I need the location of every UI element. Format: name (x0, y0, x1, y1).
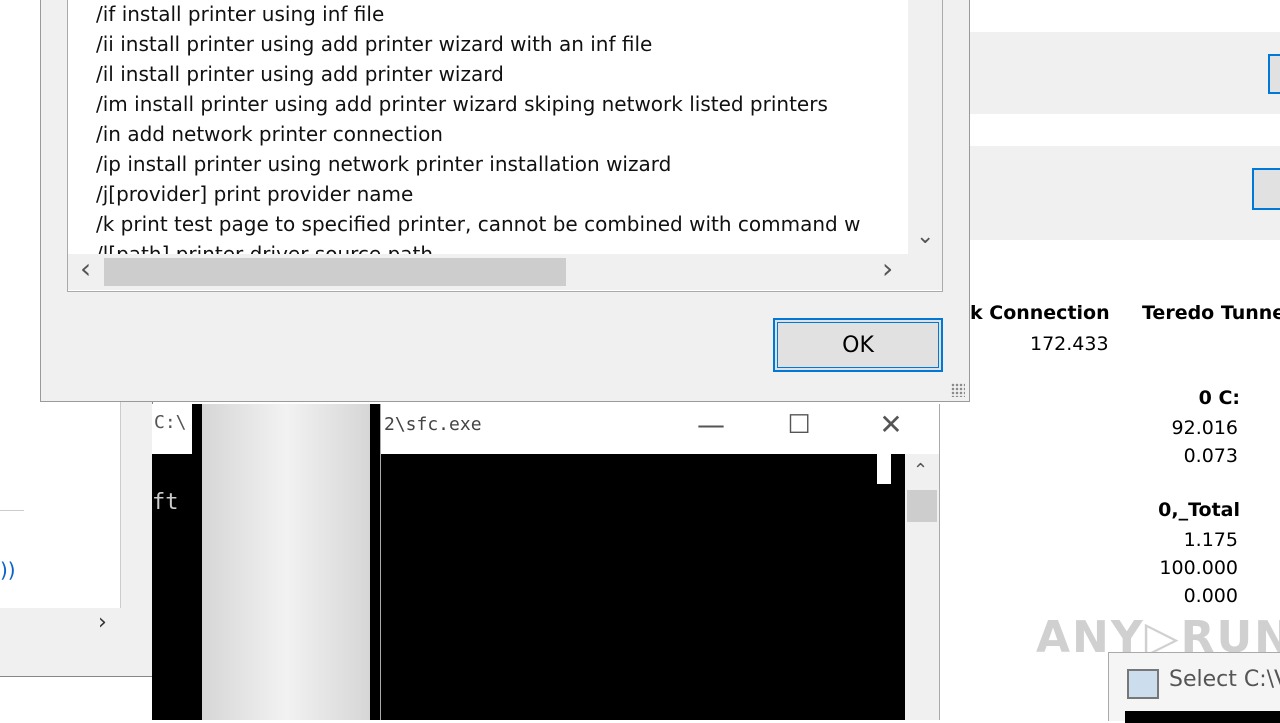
desktop-gap (202, 404, 370, 720)
horizontal-scroll-thumb[interactable] (104, 258, 566, 286)
left-window-content (0, 390, 121, 608)
divider (0, 510, 24, 511)
console-app-icon (1127, 669, 1159, 699)
perf-disk-value: 92.016 (1171, 417, 1238, 439)
perf-button-top[interactable] (1268, 54, 1280, 94)
perf-col-header-teredo: Teredo Tunne (1142, 302, 1280, 324)
console-output[interactable] (381, 454, 905, 720)
help-text-box[interactable]: /if install printer using inf file /ii i… (67, 0, 943, 292)
help-text-viewport: /if install printer using inf file /ii i… (68, 0, 908, 254)
console-vertical-scrollbar[interactable]: ⌃ (905, 454, 939, 720)
perf-total-value: 1.175 (1183, 529, 1238, 551)
chevron-right-icon[interactable]: › (98, 610, 107, 635)
perf-disk-header: 0 C: (1198, 387, 1240, 409)
help-line: /l[path] printer driver source path (96, 242, 434, 254)
help-line: /il install printer using add printer wi… (96, 62, 504, 86)
wifi-icon: )) (0, 558, 16, 582)
scroll-down-icon[interactable]: ⌄ (916, 226, 934, 248)
perf-button-2[interactable] (1252, 168, 1280, 210)
minimize-icon[interactable]: — (681, 406, 741, 446)
help-line: /j[provider] print provider name (96, 182, 414, 206)
printui-help-dialog: /if install printer using inf file /ii i… (40, 0, 970, 402)
help-line: /if install printer using inf file (96, 2, 385, 26)
perf-total-value: 100.000 (1159, 557, 1238, 579)
perf-value-connection: 172.433 (1030, 333, 1109, 355)
console-cursor (877, 454, 891, 484)
scroll-up-icon[interactable]: ⌃ (913, 460, 928, 481)
close-icon[interactable]: ✕ (861, 406, 921, 446)
console-1-titlebar: C:\ (152, 404, 192, 454)
scroll-left-icon[interactable]: ‹ (80, 255, 91, 283)
help-vertical-scrollbar[interactable]: ⌄ (908, 0, 942, 254)
select-window-title: Select C:\V (1169, 667, 1280, 692)
perf-toolbar-band (940, 32, 1280, 114)
help-horizontal-scrollbar[interactable]: ‹ › (68, 254, 942, 290)
help-line: /ii install printer using add printer wi… (96, 32, 653, 56)
help-line: /im install printer using add printer wi… (96, 92, 828, 116)
select-window-body (1125, 711, 1280, 723)
help-line: /ip install printer using network printe… (96, 152, 672, 176)
ok-button[interactable]: OK (773, 318, 943, 372)
perf-total-header: 0,_Total (1158, 499, 1240, 521)
console-window-1: C:\ ft (152, 404, 382, 720)
sfc-console-window: 2\sfc.exe — ☐ ✕ ⌃ (380, 404, 940, 720)
background-window-left: )) › (0, 390, 153, 677)
perf-total-value: 0.000 (1183, 585, 1238, 607)
perf-col-header-connection: k Connection (970, 302, 1110, 324)
select-console-window: Select C:\V (1108, 652, 1280, 723)
help-line: /k print test page to specified printer,… (96, 212, 861, 236)
scroll-right-icon[interactable]: › (882, 255, 893, 283)
maximize-icon[interactable]: ☐ (769, 406, 829, 446)
scroll-thumb[interactable] (907, 490, 937, 522)
console-1-text: ft (152, 490, 179, 515)
resize-grip-icon[interactable] (951, 383, 965, 397)
perf-toolbar-band-2 (940, 146, 1280, 240)
console-1-title: C:\ (154, 412, 187, 433)
sfc-window-title: 2\sfc.exe (384, 414, 482, 435)
help-line: /in add network printer connection (96, 122, 443, 146)
perf-disk-value: 0.073 (1183, 445, 1238, 467)
